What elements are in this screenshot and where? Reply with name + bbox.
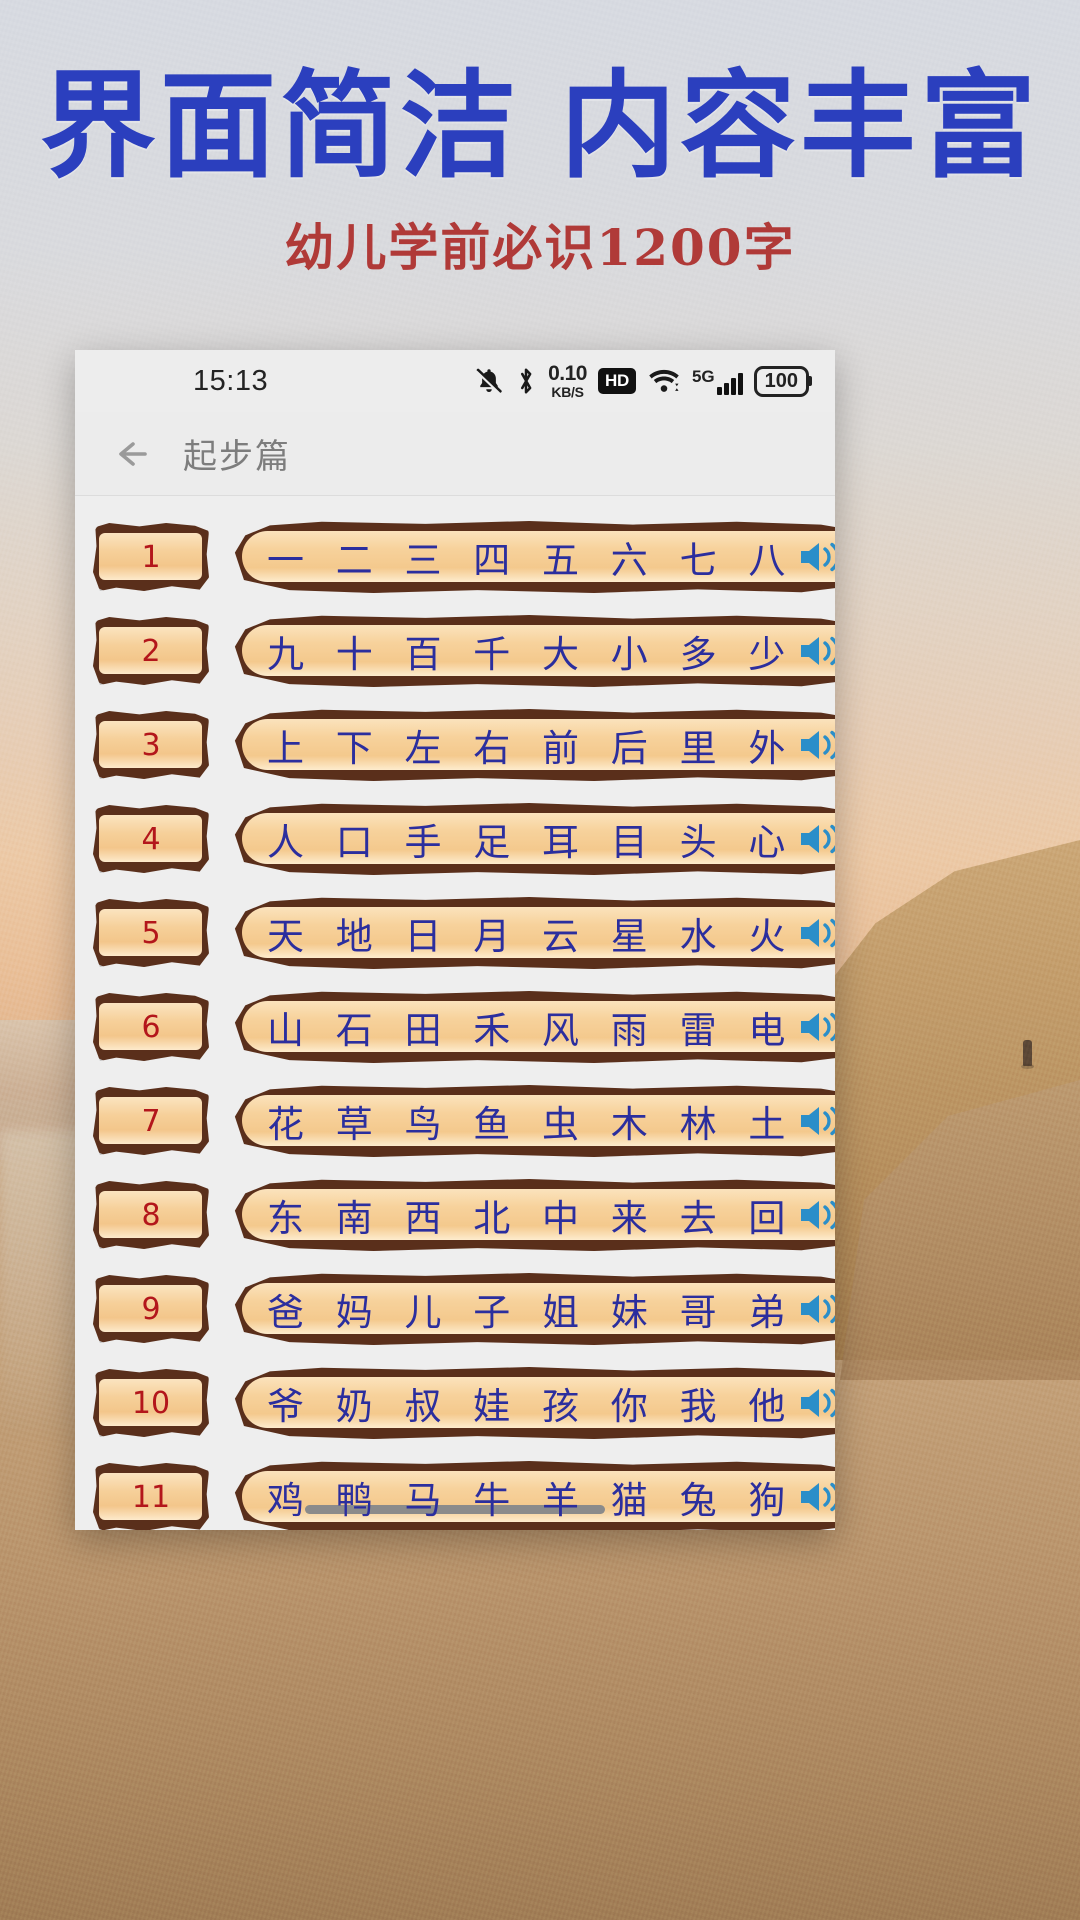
list-item[interactable]: 5 天 地 日 月 云 星 水 火 xyxy=(75,886,835,980)
lesson-index-label: 5 xyxy=(141,915,161,951)
speaker-wave-icon[interactable] xyxy=(795,536,835,578)
status-bar-icons: 0.10 KB/S HD 5G 100 xyxy=(474,363,809,399)
list-item[interactable]: 11 鸡 鸭 马 牛 羊 猫 兔 狗 xyxy=(75,1450,835,1530)
lesson-card[interactable]: 东 南 西 北 中 来 去 回 xyxy=(231,1179,835,1251)
lesson-characters: 东 南 西 北 中 来 去 回 xyxy=(267,1197,796,1240)
lesson-card[interactable]: 鸡 鸭 马 牛 羊 猫 兔 狗 xyxy=(231,1461,835,1530)
lesson-index-label: 6 xyxy=(141,1009,161,1045)
lesson-index-label: 10 xyxy=(131,1385,171,1421)
status-bar: 15:13 0.10 KB/S HD 5G 100 xyxy=(75,350,835,412)
speaker-wave-icon[interactable] xyxy=(795,1382,835,1424)
lesson-index-badge: 2 xyxy=(93,617,209,685)
lesson-index-badge: 5 xyxy=(93,899,209,967)
lesson-index-badge: 7 xyxy=(93,1087,209,1155)
network-speed-value: 0.10 xyxy=(548,362,587,385)
list-item[interactable]: 8 东 南 西 北 中 来 去 回 xyxy=(75,1168,835,1262)
lesson-card[interactable]: 山 石 田 禾 风 雨 雷 电 xyxy=(231,991,835,1063)
lesson-characters: 花 草 鸟 鱼 虫 木 林 土 xyxy=(267,1103,796,1146)
lesson-index-label: 2 xyxy=(141,633,161,669)
lesson-card[interactable]: 爸 妈 儿 子 姐 妹 哥 弟 xyxy=(231,1273,835,1345)
lesson-index-badge: 4 xyxy=(93,805,209,873)
lesson-characters: 九 十 百 千 大 小 多 少 xyxy=(267,633,796,676)
list-item[interactable]: 4 人 口 手 足 耳 目 头 心 xyxy=(75,792,835,886)
lesson-characters: 鸡 鸭 马 牛 羊 猫 兔 狗 xyxy=(267,1479,796,1522)
page-title: 起步篇 xyxy=(183,437,291,477)
promo-headline-part2: 内容丰富 xyxy=(560,59,1040,194)
lesson-index-label: 11 xyxy=(131,1479,171,1515)
lesson-characters: 天 地 日 月 云 星 水 火 xyxy=(267,915,796,958)
battery-level-label: 100 xyxy=(764,369,798,392)
lesson-characters: 山 石 田 禾 风 雨 雷 电 xyxy=(267,1009,796,1052)
signal-strength-bars xyxy=(716,372,743,395)
lesson-index-label: 7 xyxy=(141,1103,161,1139)
lesson-index-badge: 1 xyxy=(93,523,209,591)
status-bar-clock: 15:13 xyxy=(193,364,269,397)
lesson-card[interactable]: 上 下 左 右 前 后 里 外 xyxy=(231,709,835,781)
lesson-characters: 上 下 左 右 前 后 里 外 xyxy=(267,727,796,770)
bluetooth-icon xyxy=(515,366,537,396)
promo-headline-part1: 界面简洁 xyxy=(40,59,520,194)
list-item[interactable]: 10 爷 奶 叔 娃 孩 你 我 他 xyxy=(75,1356,835,1450)
lesson-index-badge: 6 xyxy=(93,993,209,1061)
promo-subtitle: 幼儿学前必识1200字 xyxy=(284,217,796,277)
promo-banner: 界面简洁 内容丰富 幼儿学前必识1200字 xyxy=(0,0,1080,280)
signal-bars-icon: 5G xyxy=(692,368,743,395)
speaker-wave-icon[interactable] xyxy=(795,1288,835,1330)
hd-badge-icon: HD xyxy=(597,368,636,394)
lesson-card[interactable]: 爷 奶 叔 娃 孩 你 我 他 xyxy=(231,1367,835,1439)
lesson-characters: 人 口 手 足 耳 目 头 心 xyxy=(267,821,796,864)
lesson-characters: 爷 奶 叔 娃 孩 你 我 他 xyxy=(267,1385,796,1428)
lesson-characters: 爸 妈 儿 子 姐 妹 哥 弟 xyxy=(267,1291,796,1334)
speaker-wave-icon[interactable] xyxy=(795,724,835,766)
lesson-index-badge: 11 xyxy=(93,1463,209,1530)
speaker-wave-icon[interactable] xyxy=(795,818,835,860)
lesson-card[interactable]: 一 二 三 四 五 六 七 八 xyxy=(231,521,835,593)
network-speed-indicator: 0.10 KB/S xyxy=(548,363,587,399)
speaker-wave-icon[interactable] xyxy=(795,630,835,672)
lesson-index-badge: 9 xyxy=(93,1275,209,1343)
speaker-wave-icon[interactable] xyxy=(795,912,835,954)
lesson-index-badge: 3 xyxy=(93,711,209,779)
phone-screenshot-panel: 15:13 0.10 KB/S HD 5G 100 起步篇 1 一 二 三 四 … xyxy=(75,350,835,1530)
speaker-wave-icon[interactable] xyxy=(795,1194,835,1236)
back-arrow-icon[interactable] xyxy=(109,432,153,476)
list-item[interactable]: 3 上 下 左 右 前 后 里 外 xyxy=(75,698,835,792)
speaker-wave-icon[interactable] xyxy=(795,1100,835,1142)
list-item[interactable]: 6 山 石 田 禾 风 雨 雷 电 xyxy=(75,980,835,1074)
lesson-card[interactable]: 九 十 百 千 大 小 多 少 xyxy=(231,615,835,687)
lesson-index-label: 4 xyxy=(141,821,161,857)
list-item[interactable]: 7 花 草 鸟 鱼 虫 木 林 土 xyxy=(75,1074,835,1168)
lesson-index-badge: 8 xyxy=(93,1181,209,1249)
lesson-card[interactable]: 花 草 鸟 鱼 虫 木 林 土 xyxy=(231,1085,835,1157)
lesson-card[interactable]: 人 口 手 足 耳 目 头 心 xyxy=(231,803,835,875)
network-speed-unit: KB/S xyxy=(551,384,584,400)
battery-indicator: 100 xyxy=(753,365,809,397)
lesson-index-label: 3 xyxy=(141,727,161,763)
wifi-icon xyxy=(647,368,681,395)
speaker-wave-icon[interactable] xyxy=(795,1476,835,1518)
bell-muted-icon xyxy=(474,366,504,396)
list-item[interactable]: 2 九 十 百 千 大 小 多 少 xyxy=(75,604,835,698)
list-item[interactable]: 9 爸 妈 儿 子 姐 妹 哥 弟 xyxy=(75,1262,835,1356)
lesson-card[interactable]: 天 地 日 月 云 星 水 火 xyxy=(231,897,835,969)
lesson-index-label: 1 xyxy=(141,539,161,575)
lesson-index-badge: 10 xyxy=(93,1369,209,1437)
network-type-label: 5G xyxy=(691,366,715,386)
promo-headline: 界面简洁 内容丰富 xyxy=(0,62,1080,192)
lesson-characters: 一 二 三 四 五 六 七 八 xyxy=(267,539,796,582)
lesson-list[interactable]: 1 一 二 三 四 五 六 七 八 2 九 十 百 千 大 小 多 少 3 上 … xyxy=(75,496,835,1530)
lesson-index-label: 9 xyxy=(141,1291,161,1327)
speaker-wave-icon[interactable] xyxy=(795,1006,835,1048)
app-bar: 起步篇 xyxy=(75,412,835,496)
lesson-index-label: 8 xyxy=(141,1197,161,1233)
list-item[interactable]: 1 一 二 三 四 五 六 七 八 xyxy=(75,510,835,604)
